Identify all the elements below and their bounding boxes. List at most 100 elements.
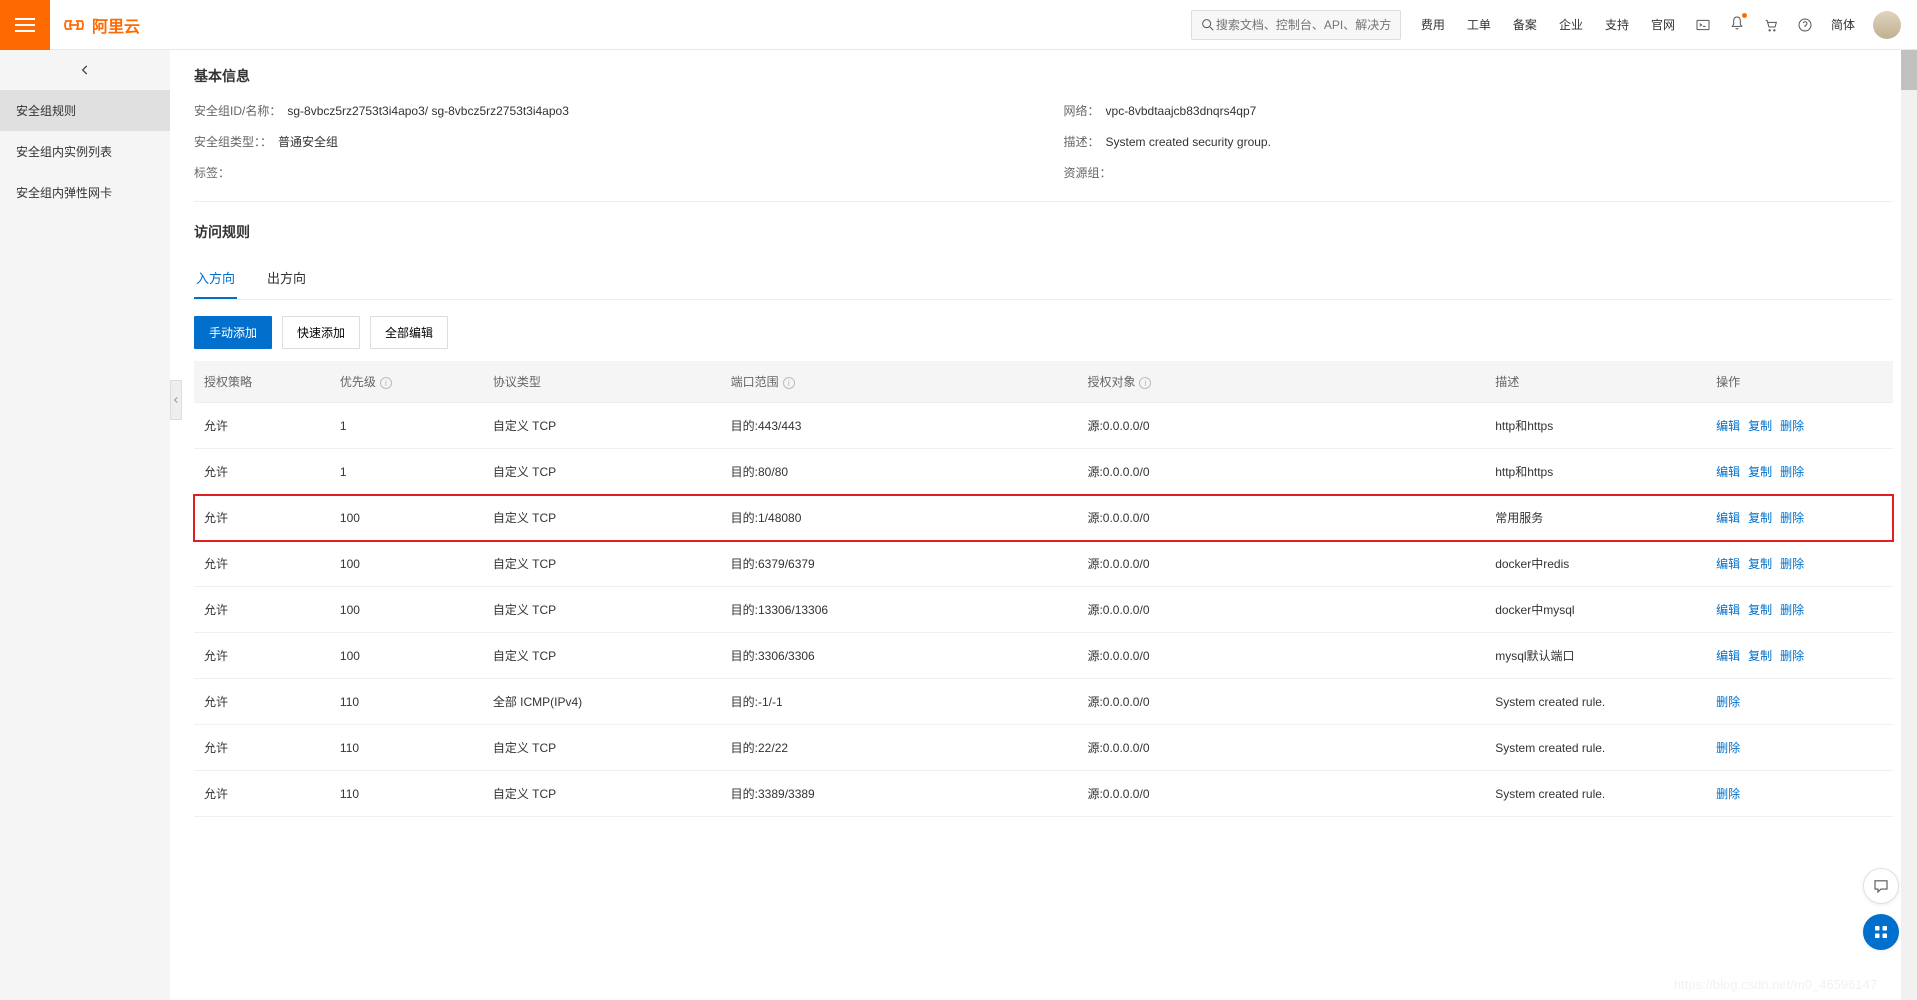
ops-cell: 编辑复制删除 <box>1706 403 1893 449</box>
info-icon[interactable]: i <box>783 377 795 389</box>
help-icon[interactable] <box>1797 17 1813 33</box>
brand-text: 阿里云 <box>92 13 140 37</box>
sidebar-item-instances[interactable]: 安全组内实例列表 <box>0 131 170 172</box>
apps-float-button[interactable] <box>1863 914 1899 950</box>
edit-link[interactable]: 编辑 <box>1716 511 1740 525</box>
cell: 自定义 TCP <box>483 771 721 817</box>
ops-cell: 删除 <box>1706 725 1893 771</box>
delete-link[interactable]: 删除 <box>1780 465 1804 479</box>
cell: 源:0.0.0.0/0 <box>1077 403 1485 449</box>
edit-link[interactable]: 编辑 <box>1716 603 1740 617</box>
back-button[interactable] <box>0 50 170 90</box>
cell: 自定义 TCP <box>483 449 721 495</box>
vertical-scrollbar[interactable] <box>1901 50 1917 1000</box>
value: 普通安全组 <box>278 135 338 149</box>
copy-link[interactable]: 复制 <box>1748 465 1772 479</box>
cell: 100 <box>330 633 483 679</box>
nav-website[interactable]: 官网 <box>1651 16 1675 33</box>
basic-info-grid: 安全组ID/名称：sg-8vbcz5rz2753t3i4apo3/ sg-8vb… <box>194 102 1893 181</box>
edit-link[interactable]: 编辑 <box>1716 465 1740 479</box>
cell: 允许 <box>194 633 330 679</box>
language-switch[interactable]: 简体 <box>1831 16 1855 33</box>
table-row: 允许110自定义 TCP目的:22/22源:0.0.0.0/0System cr… <box>194 725 1893 771</box>
edit-link[interactable]: 编辑 <box>1716 419 1740 433</box>
label: 安全组ID/名称： <box>194 104 281 118</box>
chat-float-button[interactable] <box>1863 868 1899 904</box>
cell: 目的:22/22 <box>721 725 1078 771</box>
info-sg-type: 安全组类型：：普通安全组 <box>194 133 1024 150</box>
col-policy: 授权策略 <box>194 361 330 403</box>
cell: 1 <box>330 403 483 449</box>
info-sg-id: 安全组ID/名称：sg-8vbcz5rz2753t3i4apo3/ sg-8vb… <box>194 102 1024 119</box>
cell: docker中mysql <box>1485 587 1706 633</box>
header-icons: 简体 <box>1695 11 1901 39</box>
delete-link[interactable]: 删除 <box>1716 695 1740 709</box>
cart-icon[interactable] <box>1763 17 1779 33</box>
global-search[interactable] <box>1191 10 1401 40</box>
user-avatar[interactable] <box>1873 11 1901 39</box>
notification-button[interactable] <box>1729 15 1745 34</box>
cell: 1 <box>330 449 483 495</box>
col-port: 端口范围i <box>721 361 1078 403</box>
cell: 自定义 TCP <box>483 495 721 541</box>
table-row: 允许100自定义 TCP目的:6379/6379源:0.0.0.0/0docke… <box>194 541 1893 587</box>
cell: 目的:13306/13306 <box>721 587 1078 633</box>
cell: 源:0.0.0.0/0 <box>1077 587 1485 633</box>
delete-link[interactable]: 删除 <box>1716 787 1740 801</box>
edit-link[interactable]: 编辑 <box>1716 649 1740 663</box>
manual-add-button[interactable]: 手动添加 <box>194 316 272 349</box>
scrollbar-thumb[interactable] <box>1901 50 1917 90</box>
menu-toggle-button[interactable] <box>0 0 50 50</box>
cell: 源:0.0.0.0/0 <box>1077 679 1485 725</box>
cell: 允许 <box>194 725 330 771</box>
edit-link[interactable]: 编辑 <box>1716 557 1740 571</box>
table-row: 允许110自定义 TCP目的:3389/3389源:0.0.0.0/0Syste… <box>194 771 1893 817</box>
cell: 110 <box>330 725 483 771</box>
cell: 自定义 TCP <box>483 633 721 679</box>
nav-billing[interactable]: 费用 <box>1421 16 1445 33</box>
brand-icon <box>62 13 86 37</box>
chat-icon <box>1872 877 1890 895</box>
cell: System created rule. <box>1485 679 1706 725</box>
table-row: 允许100自定义 TCP目的:1/48080源:0.0.0.0/0常用服务编辑复… <box>194 495 1893 541</box>
col-desc: 描述 <box>1485 361 1706 403</box>
delete-link[interactable]: 删除 <box>1780 603 1804 617</box>
info-icon[interactable]: i <box>1139 377 1151 389</box>
table-row: 允许100自定义 TCP目的:13306/13306源:0.0.0.0/0doc… <box>194 587 1893 633</box>
copy-link[interactable]: 复制 <box>1748 603 1772 617</box>
copy-link[interactable]: 复制 <box>1748 419 1772 433</box>
cell: 自定义 TCP <box>483 725 721 771</box>
copy-link[interactable]: 复制 <box>1748 649 1772 663</box>
basic-info-title: 基本信息 <box>194 66 1893 86</box>
edit-all-button[interactable]: 全部编辑 <box>370 316 448 349</box>
sidebar-item-rules[interactable]: 安全组规则 <box>0 90 170 131</box>
copy-link[interactable]: 复制 <box>1748 557 1772 571</box>
info-desc: 描述：System created security group. <box>1064 133 1894 150</box>
quick-add-button[interactable]: 快速添加 <box>282 316 360 349</box>
delete-link[interactable]: 删除 <box>1780 419 1804 433</box>
info-icon[interactable]: i <box>380 377 392 389</box>
tab-outbound[interactable]: 出方向 <box>265 258 308 299</box>
nav-beian[interactable]: 备案 <box>1513 16 1537 33</box>
cell: 目的:443/443 <box>721 403 1078 449</box>
tab-inbound[interactable]: 入方向 <box>194 258 237 299</box>
search-input[interactable] <box>1216 18 1392 32</box>
cell: 自定义 TCP <box>483 541 721 587</box>
cloudshell-icon[interactable] <box>1695 17 1711 33</box>
cell: 110 <box>330 771 483 817</box>
brand-logo[interactable]: 阿里云 <box>62 13 140 37</box>
delete-link[interactable]: 删除 <box>1780 649 1804 663</box>
cell: 100 <box>330 587 483 633</box>
nav-support[interactable]: 支持 <box>1605 16 1629 33</box>
nav-enterprise[interactable]: 企业 <box>1559 16 1583 33</box>
cell: 自定义 TCP <box>483 403 721 449</box>
sidebar-item-eni[interactable]: 安全组内弹性网卡 <box>0 172 170 213</box>
ops-cell: 编辑复制删除 <box>1706 587 1893 633</box>
copy-link[interactable]: 复制 <box>1748 511 1772 525</box>
nav-tickets[interactable]: 工单 <box>1467 16 1491 33</box>
delete-link[interactable]: 删除 <box>1780 557 1804 571</box>
cell: 常用服务 <box>1485 495 1706 541</box>
delete-link[interactable]: 删除 <box>1716 741 1740 755</box>
delete-link[interactable]: 删除 <box>1780 511 1804 525</box>
cell: 允许 <box>194 495 330 541</box>
